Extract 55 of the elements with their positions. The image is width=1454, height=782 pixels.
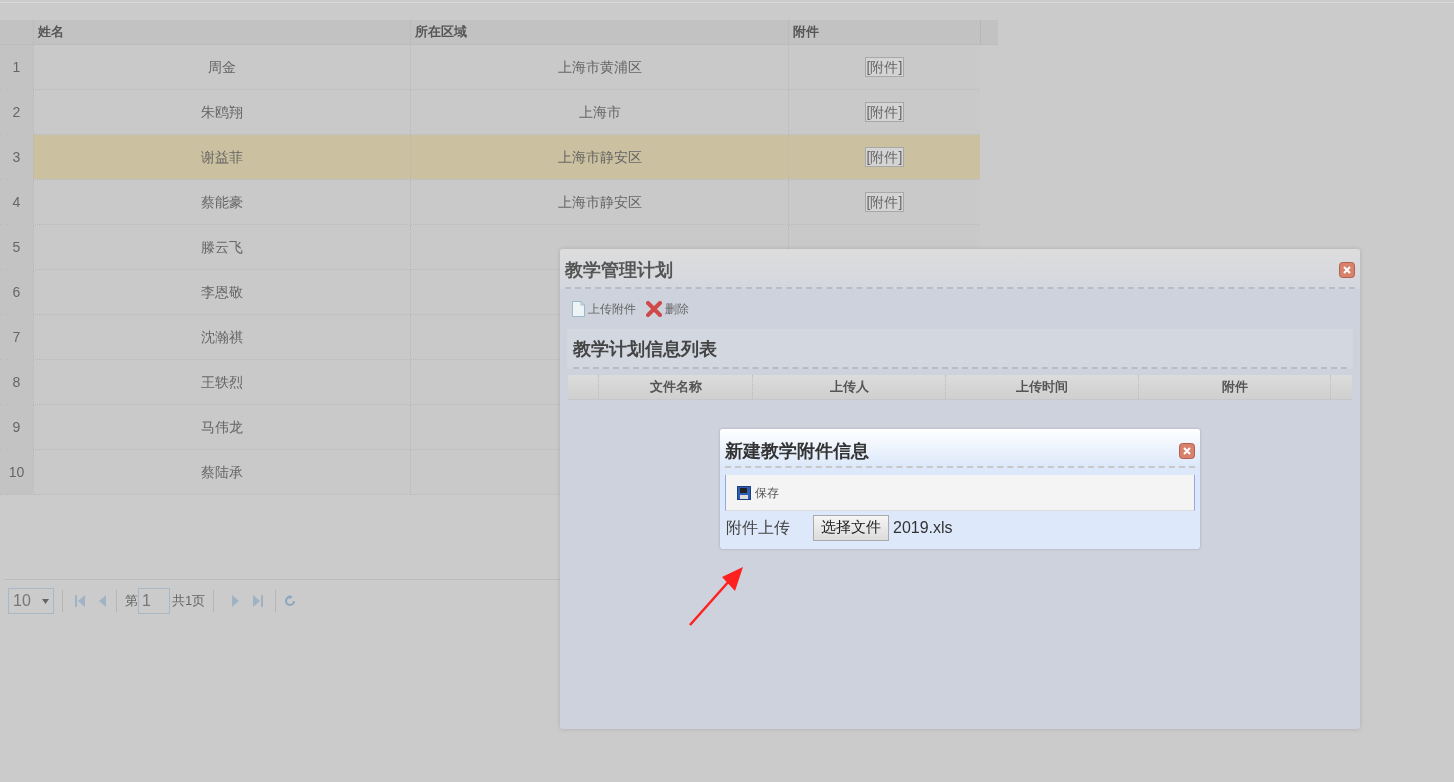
close-icon[interactable] — [1179, 443, 1195, 459]
row-number: 7 — [12, 327, 21, 347]
table-cell-text: 上海市静安区 — [557, 147, 642, 167]
row-number: 9 — [12, 417, 21, 437]
table-cell-text: 蔡能豪 — [201, 192, 243, 212]
close-icon[interactable] — [1339, 262, 1355, 278]
page-label: 第 — [125, 592, 138, 611]
table-cell-text: 周金 — [208, 57, 236, 77]
panel-title: 教学计划信息列表 — [573, 337, 717, 361]
row-number: 6 — [12, 282, 21, 302]
table-row[interactable]: 谢益菲 上海市静安区 [附件] — [33, 135, 980, 179]
arrow — [689, 567, 743, 626]
file-name: 2019.xls — [893, 517, 953, 538]
document-icon — [572, 301, 585, 317]
table-cell-text: 马伟龙 — [201, 417, 243, 437]
delete-icon — [646, 301, 662, 317]
row-number: 10 — [8, 462, 25, 482]
table-cell-text: 上海市黄浦区 — [557, 57, 642, 77]
column-header: 文件名称 — [649, 378, 702, 397]
table-cell-text: 上海市 — [578, 102, 621, 122]
choose-file-button[interactable]: 选择文件 — [813, 514, 889, 541]
column-header: 附件 — [1221, 378, 1248, 397]
attachment-button[interactable]: [附件] — [864, 192, 905, 212]
table-cell-text: 沈瀚祺 — [201, 327, 243, 347]
page-input[interactable]: 1 — [138, 588, 170, 614]
attachment-button[interactable]: [附件] — [864, 102, 905, 122]
page-size-select[interactable]: 10 — [8, 588, 54, 614]
column-header: 所在区域 — [415, 23, 467, 42]
table-cell-text: 李恩敬 — [201, 282, 243, 302]
table-cell-text: 朱鸥翔 — [201, 102, 243, 122]
table-cell-text: 滕云飞 — [201, 237, 243, 257]
previous-page-icon[interactable] — [99, 595, 106, 607]
dropdown-caret-icon[interactable] — [42, 598, 49, 604]
column-header: 附件 — [793, 23, 819, 42]
column-header: 姓名 — [38, 23, 64, 42]
field-label: 附件上传 — [726, 517, 791, 538]
row-number: 3 — [12, 147, 21, 167]
table-cell-text: 王轶烈 — [201, 372, 243, 392]
table-cell-text: 上海市静安区 — [557, 192, 642, 212]
attachment-button[interactable]: [附件] — [864, 57, 905, 77]
refresh-icon[interactable] — [284, 595, 297, 607]
row-number: 1 — [12, 57, 21, 77]
row-number: 5 — [12, 237, 21, 257]
last-page-icon[interactable] — [253, 595, 264, 607]
table-cell-text: 蔡陆承 — [201, 462, 243, 482]
table-cell-text: 谢益菲 — [201, 147, 243, 167]
next-page-icon[interactable] — [232, 595, 240, 607]
column-header: 上传时间 — [1016, 378, 1068, 397]
row-number: 8 — [12, 372, 21, 392]
row-number: 4 — [12, 192, 21, 212]
attachment-button[interactable]: [附件] — [864, 147, 905, 167]
page-total: 共1页 — [172, 592, 206, 611]
column-header: 上传人 — [829, 378, 869, 397]
first-page-icon[interactable] — [75, 595, 85, 607]
row-number: 2 — [12, 102, 21, 122]
